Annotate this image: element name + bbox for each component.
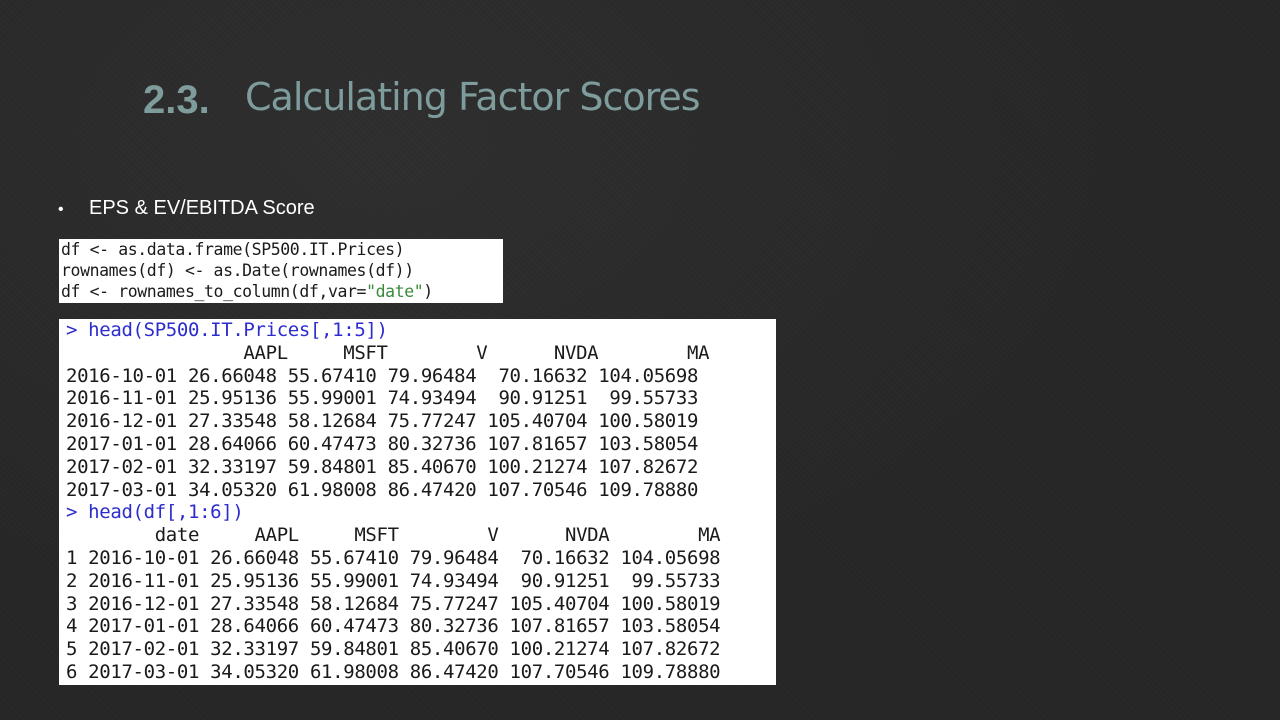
- console-output-image: > head(SP500.IT.Prices[,1:5]) AAPL MSFT …: [59, 319, 776, 685]
- code-snippet-image: df <- as.data.frame(SP500.IT.Prices) row…: [59, 239, 503, 303]
- console-row: 2017-02-01 32.33197 59.84801 85.40670 10…: [66, 455, 699, 478]
- console-header-1: AAPL MSFT V NVDA MA: [66, 341, 710, 364]
- bullet-text: EPS & EV/EBITDA Score: [89, 197, 315, 219]
- console-row: 2016-12-01 27.33548 58.12684 75.77247 10…: [66, 410, 699, 433]
- console-row: 5 2017-02-01 32.33197 59.84801 85.40670 …: [66, 638, 721, 661]
- console-row: 2 2016-11-01 25.95136 55.99001 74.93494 …: [66, 569, 721, 592]
- console-row: 4 2017-01-01 28.64066 60.47473 80.32736 …: [66, 615, 721, 638]
- code-line-1: df <- as.data.frame(SP500.IT.Prices): [61, 240, 405, 259]
- code-line-3: df <- rownames_to_column(df,var="date"): [59, 281, 503, 302]
- console-row: 2016-10-01 26.66048 55.67410 79.96484 70…: [66, 364, 699, 387]
- console-row: 6 2017-03-01 34.05320 61.98008 86.47420 …: [66, 660, 721, 683]
- console-command-1: > head(SP500.IT.Prices[,1:5]): [66, 319, 388, 341]
- console-row: 1 2016-10-01 26.66048 55.67410 79.96484 …: [66, 546, 721, 569]
- console-row: 2017-01-01 28.64066 60.47473 80.32736 10…: [66, 432, 699, 455]
- code-line-3-string: "date": [366, 282, 424, 301]
- console-row: 3 2016-12-01 27.33548 58.12684 75.77247 …: [66, 592, 721, 615]
- console-command-2: > head(df[,1:6]): [66, 501, 244, 524]
- slide: 2.3. Calculating Factor Scores • EPS & EV…: [0, 0, 1280, 720]
- code-line-3-suffix: ): [423, 282, 433, 301]
- bullet-icon: •: [58, 201, 64, 218]
- console-header-2: date AAPL MSFT V NVDA MA: [66, 524, 721, 547]
- console-row: 2017-03-01 34.05320 61.98008 86.47420 10…: [66, 478, 699, 501]
- code-line-3-prefix: df <- rownames_to_column(df,var=: [61, 282, 367, 301]
- section-number: 2.3.: [143, 78, 210, 122]
- code-line-2: rownames(df) <- as.Date(rownames(df)): [61, 261, 414, 280]
- console-row: 2016-11-01 25.95136 55.99001 74.93494 90…: [66, 387, 699, 410]
- slide-title: Calculating Factor Scores: [245, 75, 701, 119]
- bullet-item: • EPS & EV/EBITDA Score: [58, 196, 315, 222]
